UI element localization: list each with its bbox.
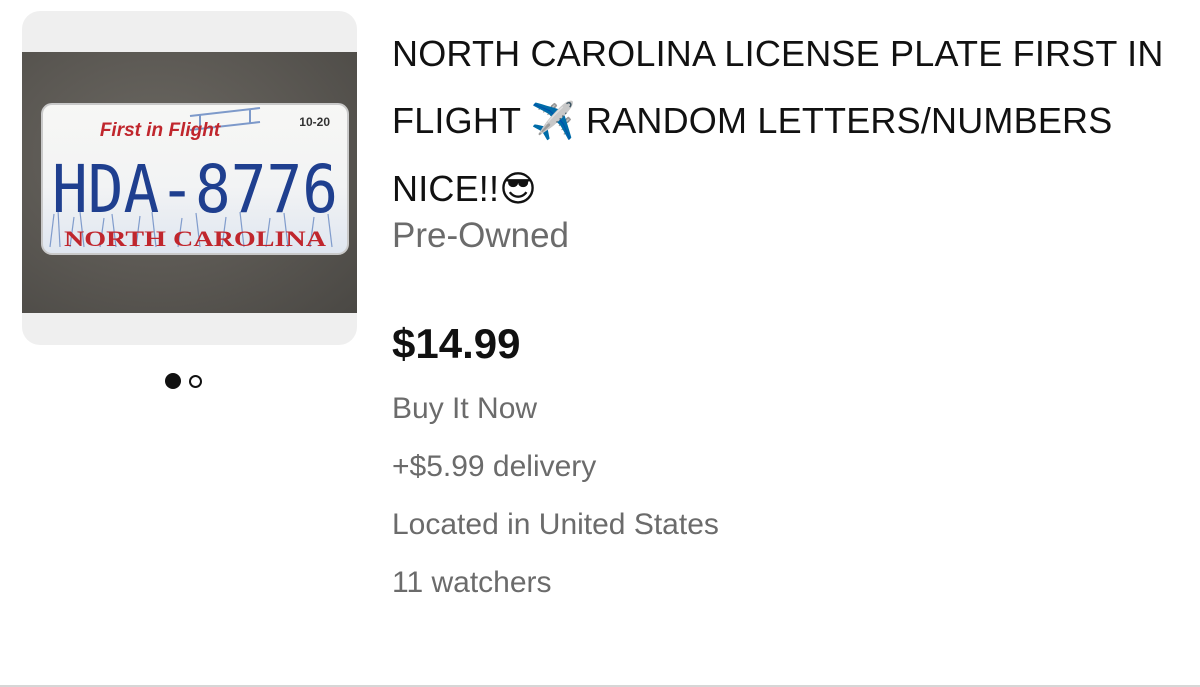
delivery-cost: +$5.99 delivery bbox=[392, 450, 597, 483]
item-condition: Pre-Owned bbox=[392, 216, 570, 255]
license-plate-photo: First in Flight 10-20 HDA-8776 NORTH CAR… bbox=[22, 52, 357, 313]
plate-slogan: First in Flight bbox=[100, 120, 221, 141]
carousel-dot-2[interactable] bbox=[189, 374, 202, 388]
carousel-dot-1[interactable] bbox=[165, 373, 181, 389]
plate-state: NORTH CAROLINA bbox=[64, 226, 326, 251]
watcher-count: 11 watchers bbox=[392, 566, 552, 599]
airplane-icon: ✈️ bbox=[530, 101, 576, 142]
item-price: $14.99 bbox=[392, 320, 521, 367]
plate-sticker: 10-20 bbox=[299, 115, 330, 129]
license-plate-graphic: First in Flight 10-20 HDA-8776 NORTH CAR… bbox=[41, 103, 349, 255]
listing-summary: First in Flight 10-20 HDA-8776 NORTH CAR… bbox=[0, 0, 1200, 687]
buy-format: Buy It Now bbox=[392, 392, 538, 425]
listing-title[interactable]: NORTH CAROLINA LICENSE PLATE FIRST IN FL… bbox=[392, 20, 1182, 223]
plate-number: HDA-8776 bbox=[52, 151, 338, 228]
sunglasses-emoji-icon: 😎 bbox=[499, 169, 537, 210]
item-location: Located in United States bbox=[392, 508, 719, 541]
listing-image[interactable]: First in Flight 10-20 HDA-8776 NORTH CAR… bbox=[22, 11, 357, 345]
image-carousel-indicator bbox=[165, 372, 215, 390]
